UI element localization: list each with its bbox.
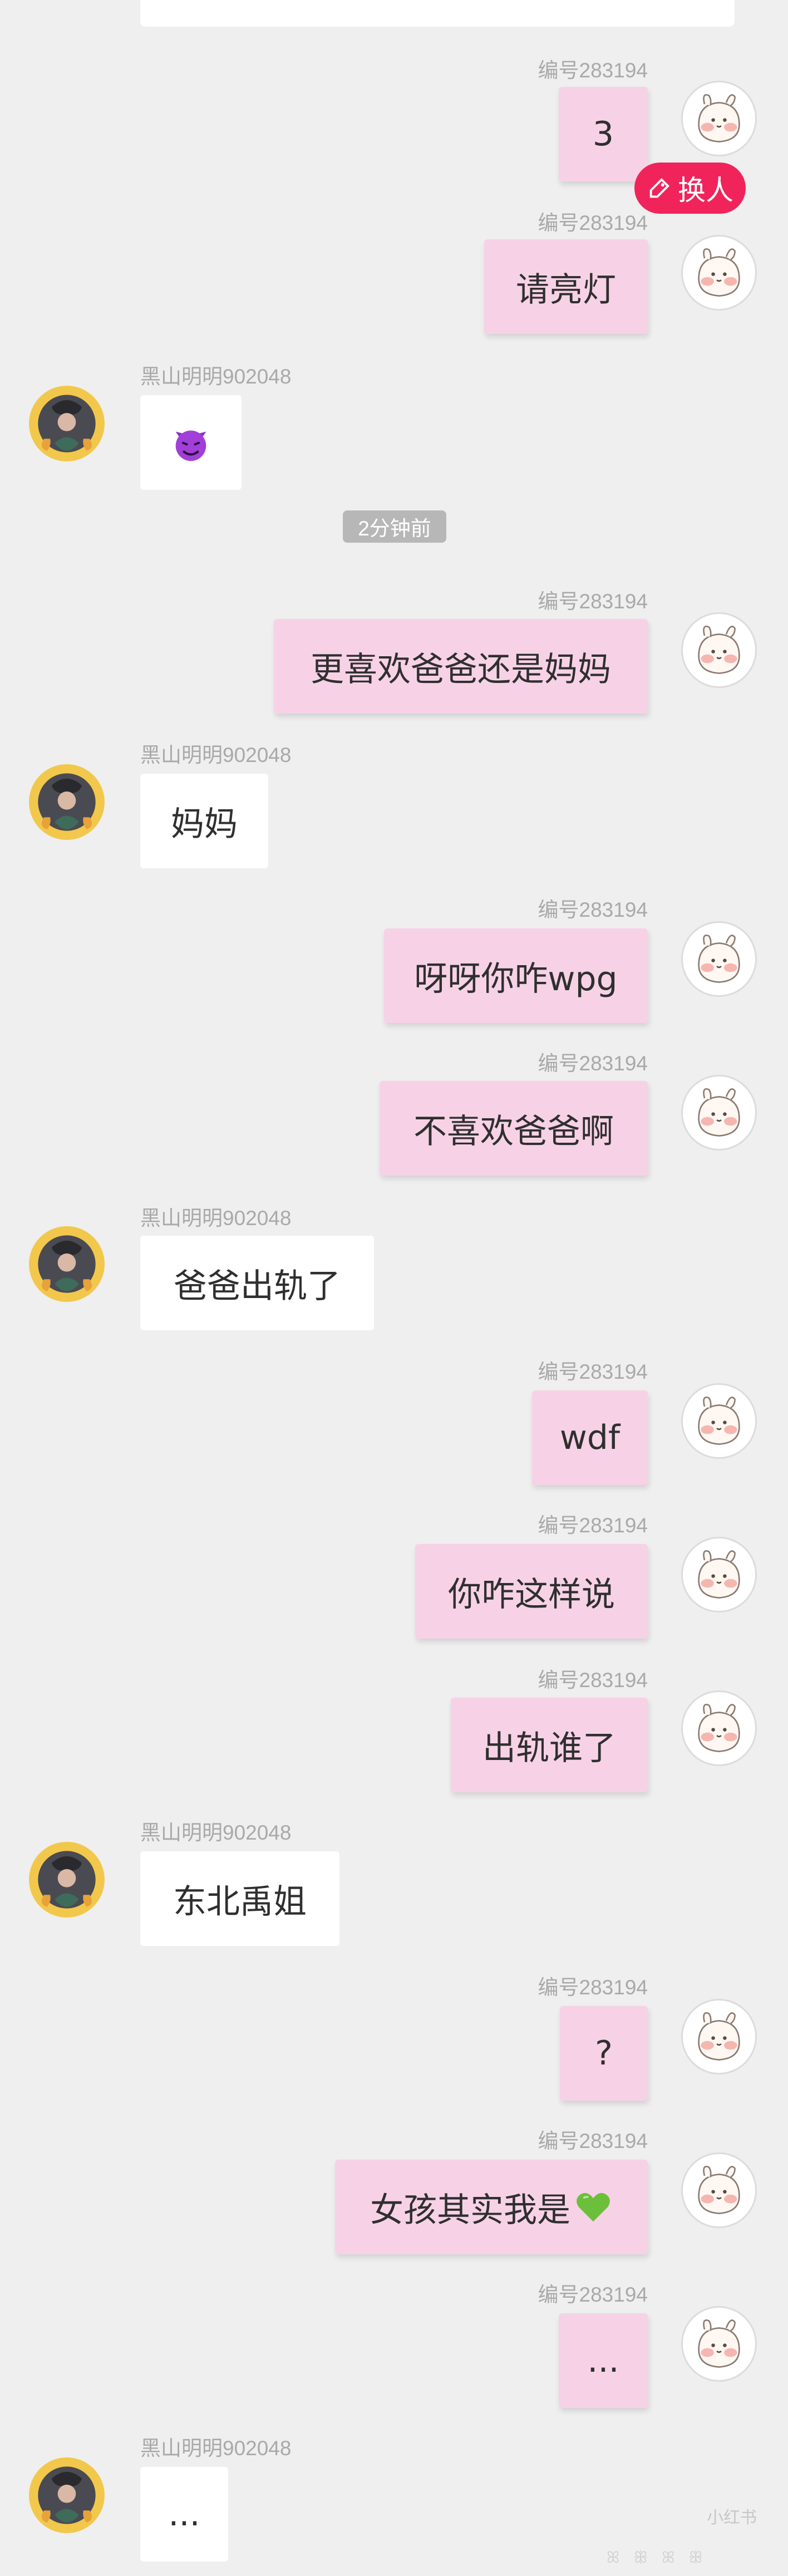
sender-name-self: 编号283194 — [538, 2130, 648, 2152]
other-avatar[interactable] — [29, 764, 105, 840]
message-text: ? — [595, 2034, 613, 2073]
message-text: 3 — [592, 115, 614, 154]
incoming-message-bubble[interactable]: 妈妈 — [140, 774, 268, 868]
outgoing-message-bubble[interactable]: 出轨谁了 — [451, 1698, 648, 1792]
sender-name-self: 编号283194 — [538, 590, 648, 613]
sender-name-self: 编号283194 — [538, 59, 648, 82]
self-avatar[interactable] — [681, 235, 757, 311]
message-text: 请亮灯 — [516, 270, 616, 309]
other-avatar[interactable] — [29, 1226, 105, 1302]
message-text: 爸爸出轨了 — [174, 1266, 341, 1306]
other-avatar[interactable] — [29, 1842, 105, 1918]
self-avatar[interactable] — [681, 1999, 757, 2074]
edit-tag-icon — [649, 178, 670, 198]
sender-name-self: 编号283194 — [538, 1514, 648, 1537]
message-text: 女孩其实我是 — [370, 2190, 570, 2230]
smiling-devil-emoji-icon — [175, 430, 206, 461]
outgoing-message-bubble[interactable]: ... — [559, 2313, 648, 2408]
sender-name-self: 编号283194 — [538, 2283, 648, 2306]
outgoing-message-bubble[interactable]: 3 — [559, 87, 648, 181]
self-avatar[interactable] — [681, 921, 757, 997]
sender-name-self: 编号283194 — [538, 898, 648, 921]
self-avatar[interactable] — [681, 1537, 757, 1613]
sender-name-self: 编号283194 — [538, 212, 648, 234]
incoming-message-bubble[interactable]: 东北禹姐 — [140, 1851, 339, 1946]
self-avatar[interactable] — [681, 2152, 757, 2228]
other-avatar[interactable] — [29, 2457, 105, 2533]
outgoing-message-bubble[interactable]: 呀呀你咋wpg — [384, 928, 648, 1023]
sender-name-other: 黑山明明902048 — [140, 1821, 292, 1844]
sender-name-other: 黑山明明902048 — [140, 2437, 292, 2460]
message-text: 不喜欢爸爸啊 — [413, 1112, 614, 1151]
sender-name-other: 黑山明明902048 — [140, 365, 292, 388]
sender-name-self: 编号283194 — [538, 1976, 648, 1999]
swap-person-button[interactable]: 换人 — [634, 163, 746, 214]
green-heart-emoji-icon — [577, 2192, 610, 2222]
outgoing-message-bubble[interactable]: 请亮灯 — [484, 239, 648, 334]
self-avatar[interactable] — [681, 81, 757, 156]
message-text: 妈妈 — [171, 804, 238, 844]
message-text: 东北禹姐 — [173, 1882, 307, 1921]
swap-button-label: 换人 — [678, 174, 733, 207]
message-text: 出轨谁了 — [482, 1728, 616, 1768]
sender-name-self: 编号283194 — [538, 1360, 648, 1383]
self-avatar[interactable] — [681, 1075, 757, 1151]
sender-name-other: 黑山明明902048 — [140, 1207, 292, 1230]
outgoing-message-bubble[interactable]: 不喜欢爸爸啊 — [380, 1081, 648, 1176]
message-text: ... — [168, 2495, 200, 2534]
message-text: 你咋这样说 — [448, 1575, 615, 1614]
message-text: wdf — [559, 1418, 620, 1457]
sender-name-other: 黑山明明902048 — [140, 744, 292, 766]
outgoing-message-bubble[interactable]: 你咋这样说 — [415, 1544, 648, 1639]
message-text: ... — [587, 2341, 619, 2380]
outgoing-message-bubble[interactable]: 女孩其实我是 — [335, 2160, 648, 2254]
self-avatar[interactable] — [681, 1383, 757, 1459]
chat-thread[interactable]: 编号283194 3 编号283194 请亮灯黑山明明902048 编号283194 更喜… — [0, 0, 788, 2576]
outgoing-message-bubble[interactable]: ? — [560, 2006, 648, 2101]
message-text: 呀呀你咋wpg — [414, 959, 618, 999]
other-avatar[interactable] — [29, 386, 105, 461]
sender-name-self: 编号283194 — [538, 1052, 648, 1075]
outgoing-message-bubble[interactable]: wdf — [532, 1390, 648, 1485]
bottom-faint-decoration: ꕤ ꕥ ꕤ ꕥ — [607, 2548, 708, 2567]
watermark: 小红书 — [707, 2509, 757, 2527]
self-avatar[interactable] — [681, 1690, 757, 1766]
incoming-message-bubble[interactable]: ... — [140, 2467, 228, 2562]
incoming-message-bubble[interactable]: 爸爸出轨了 — [140, 1236, 374, 1330]
message-text: 更喜欢爸爸还是妈妈 — [311, 650, 611, 689]
timestamp-chip: 2分钟前 — [343, 510, 446, 543]
outgoing-message-bubble[interactable]: 更喜欢爸爸还是妈妈 — [274, 619, 648, 714]
sender-name-self: 编号283194 — [538, 1669, 648, 1692]
self-avatar[interactable] — [681, 2306, 757, 2382]
self-avatar[interactable] — [681, 612, 757, 688]
incoming-message-bubble[interactable] — [140, 395, 242, 490]
